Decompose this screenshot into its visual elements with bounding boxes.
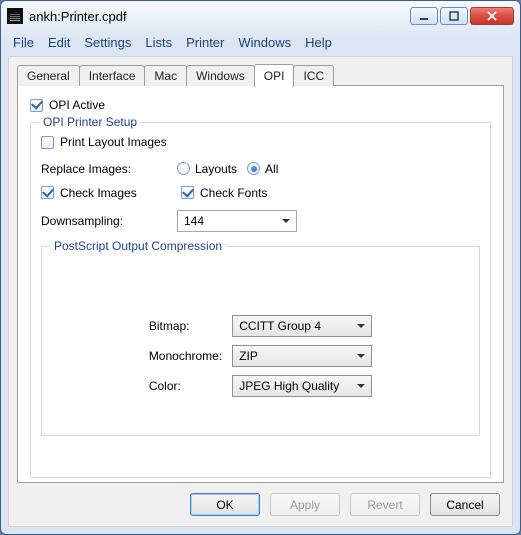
downsampling-value: 144	[184, 214, 204, 228]
check-fonts-checkbox[interactable]: Check Fonts	[181, 186, 267, 200]
tab-windows[interactable]: Windows	[186, 65, 255, 86]
checkbox-icon	[30, 99, 43, 112]
menu-printer[interactable]: Printer	[180, 33, 230, 52]
opi-active-label: OPI Active	[49, 98, 105, 112]
chevron-down-icon	[352, 317, 370, 335]
replace-all-radio[interactable]: All	[247, 162, 278, 176]
apply-button[interactable]: Apply	[270, 493, 340, 516]
chevron-down-icon	[352, 347, 370, 365]
check-images-checkbox[interactable]: Check Images	[41, 186, 171, 200]
tab-opi[interactable]: OPI	[254, 64, 295, 87]
menu-file[interactable]: File	[7, 33, 40, 52]
postscript-compression-group: PostScript Output Compression Bitmap: CC…	[41, 246, 480, 436]
print-layout-images-label: Print Layout Images	[60, 135, 167, 149]
minimize-button[interactable]	[410, 7, 438, 25]
checks-row: Check Images Check Fonts	[41, 186, 480, 200]
chevron-down-icon	[277, 212, 295, 230]
opi-active-checkbox[interactable]: OPI Active	[30, 98, 491, 112]
tabstrip: General Interface Mac Windows OPI ICC	[17, 63, 504, 86]
replace-layouts-label: Layouts	[195, 162, 237, 176]
print-layout-images-checkbox[interactable]: Print Layout Images	[41, 135, 167, 149]
tab-icc[interactable]: ICC	[293, 65, 334, 86]
checkbox-icon	[181, 186, 194, 199]
group-legend: PostScript Output Compression	[50, 239, 226, 253]
replace-all-label: All	[265, 162, 278, 176]
close-button[interactable]	[470, 7, 514, 25]
check-fonts-label: Check Fonts	[200, 186, 267, 200]
bitmap-value: CCITT Group 4	[239, 319, 321, 333]
menu-help[interactable]: Help	[299, 33, 338, 52]
close-icon	[486, 11, 498, 21]
cancel-button[interactable]: Cancel	[430, 493, 500, 516]
replace-images-label: Replace Images:	[41, 162, 145, 176]
tab-general[interactable]: General	[17, 65, 80, 86]
content-area: General Interface Mac Windows OPI ICC OP…	[8, 56, 513, 527]
monochrome-combo[interactable]: ZIP	[232, 345, 372, 367]
checkbox-icon	[41, 186, 54, 199]
replace-images-row: Replace Images: Layouts All	[41, 162, 480, 176]
app-icon	[7, 8, 23, 24]
bitmap-label: Bitmap:	[149, 319, 222, 333]
color-label: Color:	[149, 379, 222, 393]
downsampling-label: Downsampling:	[41, 214, 145, 228]
ok-button[interactable]: OK	[190, 493, 260, 516]
menu-edit[interactable]: Edit	[42, 33, 76, 52]
color-combo[interactable]: JPEG High Quality	[232, 375, 372, 397]
menu-lists[interactable]: Lists	[139, 33, 178, 52]
tab-mac[interactable]: Mac	[144, 65, 187, 86]
monochrome-label: Monochrome:	[149, 349, 222, 363]
radio-icon	[177, 162, 190, 175]
chevron-down-icon	[352, 377, 370, 395]
menu-windows[interactable]: Windows	[232, 33, 297, 52]
menu-settings[interactable]: Settings	[78, 33, 137, 52]
checkbox-icon	[41, 136, 54, 149]
window-title: ankh:Printer.cpdf	[29, 9, 410, 24]
monochrome-value: ZIP	[239, 349, 258, 363]
maximize-icon	[449, 11, 459, 21]
replace-layouts-radio[interactable]: Layouts	[177, 162, 237, 176]
caption-buttons	[410, 7, 514, 25]
window: ankh:Printer.cpdf File Edit Settings Lis…	[0, 0, 521, 535]
downsampling-combo[interactable]: 144	[177, 210, 297, 232]
minimize-icon	[419, 11, 429, 21]
group-legend: OPI Printer Setup	[39, 115, 141, 129]
dialog-footer: OK Apply Revert Cancel	[17, 483, 504, 518]
tab-panel-opi: OPI Active OPI Printer Setup Print Layou…	[17, 85, 504, 483]
compression-grid: Bitmap: CCITT Group 4 Monochrome: ZIP Co…	[52, 315, 469, 397]
maximize-button[interactable]	[440, 7, 468, 25]
opi-printer-setup-group: OPI Printer Setup Print Layout Images Re…	[30, 122, 491, 478]
revert-button[interactable]: Revert	[350, 493, 420, 516]
downsampling-row: Downsampling: 144	[41, 210, 480, 232]
menubar: File Edit Settings Lists Printer Windows…	[1, 31, 520, 56]
titlebar: ankh:Printer.cpdf	[1, 1, 520, 31]
check-images-label: Check Images	[60, 186, 137, 200]
tab-interface[interactable]: Interface	[79, 65, 146, 86]
radio-icon	[247, 162, 260, 175]
bitmap-combo[interactable]: CCITT Group 4	[232, 315, 372, 337]
color-value: JPEG High Quality	[239, 379, 339, 393]
